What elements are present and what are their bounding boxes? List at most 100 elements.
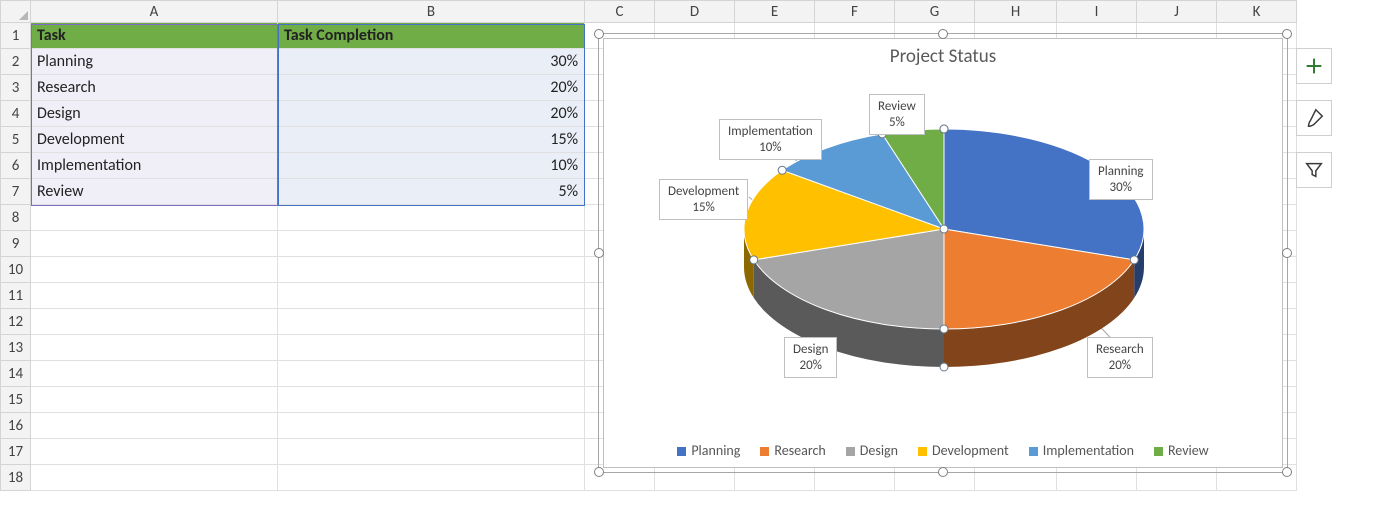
cell-H18[interactable] xyxy=(975,465,1057,491)
row-head-7[interactable]: 7 xyxy=(1,179,31,205)
col-head-B[interactable]: B xyxy=(278,1,585,23)
legend-item-review[interactable]: Review xyxy=(1154,442,1209,459)
legend-item-planning[interactable]: Planning xyxy=(677,442,740,459)
row-head-15[interactable]: 15 xyxy=(1,387,31,413)
cell-B10[interactable] xyxy=(278,257,585,283)
row-head-6[interactable]: 6 xyxy=(1,153,31,179)
col-head-G[interactable]: G xyxy=(895,1,975,23)
cell-B13[interactable] xyxy=(278,335,585,361)
row-head-10[interactable]: 10 xyxy=(1,257,31,283)
chart-filters-button[interactable] xyxy=(1296,152,1332,188)
cell-A10[interactable] xyxy=(31,257,278,283)
cell-B5[interactable]: 15% xyxy=(278,127,585,153)
legend-item-design[interactable]: Design xyxy=(846,442,898,459)
col-head-A[interactable]: A xyxy=(31,1,278,23)
cell-D18[interactable] xyxy=(655,465,735,491)
cell-B7[interactable]: 5% xyxy=(278,179,585,205)
cell-A15[interactable] xyxy=(31,387,278,413)
col-head-F[interactable]: F xyxy=(815,1,895,23)
data-label-planning[interactable]: Planning 30% xyxy=(1089,159,1153,200)
row-head-3[interactable]: 3 xyxy=(1,75,31,101)
series-handle[interactable] xyxy=(750,256,758,264)
col-head-I[interactable]: I xyxy=(1057,1,1137,23)
row-head-5[interactable]: 5 xyxy=(1,127,31,153)
cell-B17[interactable] xyxy=(278,439,585,465)
row-head-12[interactable]: 12 xyxy=(1,309,31,335)
cell-A7[interactable]: Review xyxy=(31,179,278,205)
cell-B15[interactable] xyxy=(278,387,585,413)
row-head-17[interactable]: 17 xyxy=(1,439,31,465)
cell-A3[interactable]: Research xyxy=(31,75,278,101)
col-head-H[interactable]: H xyxy=(975,1,1057,23)
chart-plot-area[interactable]: Planning 30% Research 20% Design 20% Dev… xyxy=(624,79,1264,389)
col-head-E[interactable]: E xyxy=(735,1,815,23)
col-head-J[interactable]: J xyxy=(1137,1,1217,23)
cell-B8[interactable] xyxy=(278,205,585,231)
cell-A4[interactable]: Design xyxy=(31,101,278,127)
cell-A17[interactable] xyxy=(31,439,278,465)
legend-item-research[interactable]: Research xyxy=(760,442,825,459)
cell-A2[interactable]: Planning xyxy=(31,49,278,75)
cell-A13[interactable] xyxy=(31,335,278,361)
data-label-review[interactable]: Review 5% xyxy=(869,94,925,135)
data-label-design[interactable]: Design 20% xyxy=(784,337,837,378)
cell-C18[interactable] xyxy=(585,465,655,491)
col-head-K[interactable]: K xyxy=(1217,1,1297,23)
cell-G18[interactable] xyxy=(895,465,975,491)
series-handle[interactable] xyxy=(1130,256,1138,264)
cell-A18[interactable] xyxy=(31,465,278,491)
cell-A14[interactable] xyxy=(31,361,278,387)
series-handle[interactable] xyxy=(940,325,948,333)
row-head-4[interactable]: 4 xyxy=(1,101,31,127)
chart-elements-button[interactable] xyxy=(1296,48,1332,84)
row-head-16[interactable]: 16 xyxy=(1,413,31,439)
cell-A11[interactable] xyxy=(31,283,278,309)
legend-item-implementation[interactable]: Implementation xyxy=(1029,442,1134,459)
cell-F18[interactable] xyxy=(815,465,895,491)
cell-B2[interactable]: 30% xyxy=(278,49,585,75)
row-head-14[interactable]: 14 xyxy=(1,361,31,387)
series-handle[interactable] xyxy=(940,225,948,233)
col-head-C[interactable]: C xyxy=(585,1,655,23)
cell-A6[interactable]: Implementation xyxy=(31,153,278,179)
data-label-implementation[interactable]: Implementation 10% xyxy=(719,119,822,160)
chart-legend[interactable]: Planning Research Design Development Impleme… xyxy=(604,442,1282,459)
cell-B3[interactable]: 20% xyxy=(278,75,585,101)
chart-title[interactable]: Project Status xyxy=(604,39,1282,68)
cell-K18[interactable] xyxy=(1217,465,1297,491)
row-head-1[interactable]: 1 xyxy=(1,23,31,49)
row-head-18[interactable]: 18 xyxy=(1,465,31,491)
row-head-13[interactable]: 13 xyxy=(1,335,31,361)
row-head-2[interactable]: 2 xyxy=(1,49,31,75)
series-handle[interactable] xyxy=(778,166,786,174)
series-handle[interactable] xyxy=(940,363,948,371)
cell-B1[interactable]: Task Completion xyxy=(278,23,585,49)
cell-A8[interactable] xyxy=(31,205,278,231)
cell-B6[interactable]: 10% xyxy=(278,153,585,179)
row-head-8[interactable]: 8 xyxy=(1,205,31,231)
cell-A5[interactable]: Development xyxy=(31,127,278,153)
data-label-research[interactable]: Research 20% xyxy=(1087,337,1153,378)
cell-J18[interactable] xyxy=(1137,465,1217,491)
legend-item-development[interactable]: Development xyxy=(918,442,1009,459)
cell-B14[interactable] xyxy=(278,361,585,387)
select-all-corner[interactable] xyxy=(1,1,31,23)
series-handle[interactable] xyxy=(940,125,948,133)
data-label-development[interactable]: Development 15% xyxy=(659,179,748,220)
cell-B18[interactable] xyxy=(278,465,585,491)
cell-B16[interactable] xyxy=(278,413,585,439)
cell-A1[interactable]: Task xyxy=(31,23,278,49)
row-head-11[interactable]: 11 xyxy=(1,283,31,309)
cell-I18[interactable] xyxy=(1057,465,1137,491)
col-head-D[interactable]: D xyxy=(655,1,735,23)
cell-E18[interactable] xyxy=(735,465,815,491)
cell-A9[interactable] xyxy=(31,231,278,257)
cell-B11[interactable] xyxy=(278,283,585,309)
row-head-9[interactable]: 9 xyxy=(1,231,31,257)
cell-A12[interactable] xyxy=(31,309,278,335)
cell-A16[interactable] xyxy=(31,413,278,439)
cell-B12[interactable] xyxy=(278,309,585,335)
cell-B4[interactable]: 20% xyxy=(278,101,585,127)
chart-styles-button[interactable] xyxy=(1296,100,1332,136)
chart-object[interactable]: Project Status Planning 30% Research 20%… xyxy=(603,38,1283,468)
